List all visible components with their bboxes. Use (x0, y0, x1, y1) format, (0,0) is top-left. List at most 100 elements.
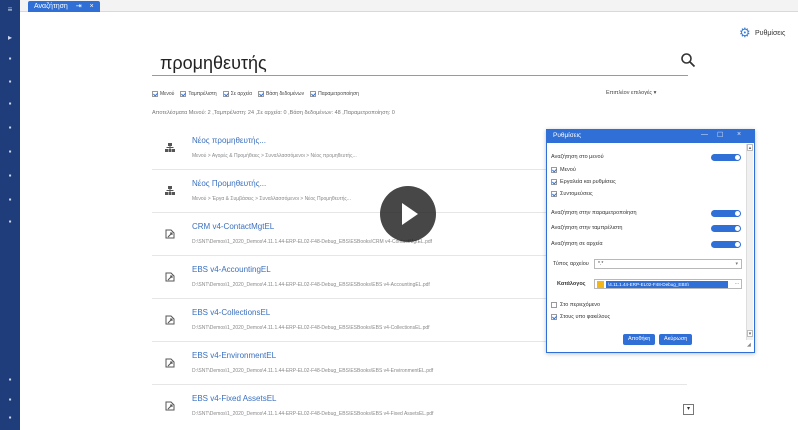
result-item[interactable]: EBS v4-Fixed AssetsEL D:\SNT\Demos\1_202… (152, 387, 687, 430)
rail-icon[interactable]: ▪ (5, 124, 15, 132)
result-title[interactable]: EBS v4-EnvironmentEL (192, 351, 276, 360)
result-path: Μενού > Έργα & Συμβάσεις > Συναλλασσόμεν… (192, 196, 351, 202)
filter-label: Βάση δεδομένων (266, 91, 305, 97)
more-options-dropdown[interactable]: Επιπλέον επιλογές ▾ (606, 90, 656, 96)
close-icon[interactable]: × (737, 131, 741, 138)
rail-icon[interactable]: ▪ (5, 100, 15, 108)
close-icon[interactable]: × (90, 3, 94, 10)
rail-icon[interactable]: ▸ (5, 34, 15, 42)
result-path: D:\SNT\Demos\1_2020_Demos\4.11.1.44-ERP-… (192, 239, 433, 245)
result-title[interactable]: EBS v4-Fixed AssetsEL (192, 394, 276, 403)
search-tabs-toggle[interactable] (711, 225, 741, 232)
result-title[interactable]: Νέος προμηθευτής... (192, 136, 266, 145)
opt-subfolders[interactable]: Στους υπο φακέλους (551, 314, 610, 320)
checkbox[interactable] (551, 191, 557, 197)
menu-subitem[interactable]: Μενού (551, 167, 576, 173)
search-files-label: Αναζήτηση σε αρχεία (551, 241, 603, 247)
pin-icon[interactable]: ⇥ (76, 3, 82, 10)
gear-icon: ⚙ (739, 25, 751, 40)
result-path: D:\SNT\Demos\1_2020_Demos\4.11.1.44-ERP-… (192, 325, 430, 331)
file-type-value: *.* (598, 261, 604, 267)
minimize-icon[interactable]: — (701, 131, 708, 138)
search-icon[interactable] (680, 52, 696, 68)
filter-label: Παραμετροποίηση (318, 91, 359, 97)
scroll-up-arrow[interactable]: ▴ (747, 144, 753, 151)
file-type-label: Τύπος αρχείου (553, 261, 589, 267)
search-menu-label: Αναζήτηση στο μενού (551, 154, 604, 160)
file-link-icon (165, 401, 175, 411)
result-title[interactable]: EBS v4-AccountingEL (192, 265, 271, 274)
filter-tabs[interactable]: Ταμπρέλιστη (180, 91, 217, 97)
rail-icon[interactable]: ▪ (5, 196, 15, 204)
result-path: D:\SNT\Demos\1_2020_Demos\4.11.1.44-ERP-… (192, 368, 434, 374)
scroll-down-button[interactable]: ▾ (683, 404, 694, 415)
checkbox-label: Μενού (560, 167, 576, 173)
dialog-title: Ρυθμίσεις (553, 132, 582, 139)
search-menu-toggle[interactable] (711, 154, 741, 161)
checkbox[interactable] (222, 91, 229, 97)
org-chart-icon (165, 186, 175, 195)
rail-icon[interactable]: ▪ (5, 78, 15, 86)
search-files-toggle[interactable] (711, 241, 741, 248)
result-title[interactable]: CRM v4-ContactMgtEL (192, 222, 274, 231)
search-params-toggle[interactable] (711, 210, 741, 217)
rail-icon[interactable]: ▪ (5, 55, 15, 63)
checkbox[interactable] (551, 314, 557, 320)
video-play-button[interactable] (380, 186, 436, 242)
checkbox[interactable] (310, 91, 317, 97)
filter-database[interactable]: Βάση δεδομένων (258, 91, 304, 97)
folder-value: \4.11.1.44-ERP-EL02-F48-Debug_EBS\ (606, 281, 728, 288)
folder-icon (597, 281, 604, 288)
filter-files[interactable]: Σε αρχεία (222, 91, 252, 97)
rail-icon[interactable]: ▪ (5, 376, 15, 384)
cancel-button[interactable]: Ακύρωση (659, 334, 693, 345)
result-title[interactable]: EBS v4-CollectionsEL (192, 308, 270, 317)
save-button[interactable]: Αποθήκη (623, 334, 656, 345)
rail-icon[interactable]: ▪ (5, 148, 15, 156)
menu-subitem[interactable]: Συντομεύσεις (551, 191, 593, 197)
rail-icon[interactable]: ▪ (5, 218, 15, 226)
opt-content[interactable]: Στο περιεχόμενο (551, 302, 600, 308)
checkbox[interactable] (551, 302, 557, 308)
resize-grip[interactable]: ◢ (747, 342, 753, 352)
file-link-icon (165, 315, 175, 325)
filter-parameters[interactable]: Παραμετροποίηση (310, 91, 359, 97)
rail-icon[interactable]: ▪ (5, 172, 15, 180)
org-chart-icon (165, 143, 175, 152)
checkbox-label: Στους υπο φακέλους (560, 314, 611, 320)
rail-icon[interactable]: ▪ (5, 396, 15, 404)
menu-icon[interactable]: ≡ (5, 6, 15, 14)
checkbox-label: Εργαλεία και ρυθμίσεις (560, 179, 616, 185)
checkbox[interactable] (180, 91, 187, 97)
app-window: ≡ ▸ ▪ ▪ ▪ ▪ ▪ ▪ ▪ ▪ ▪ ▪ ▪ Αναζήτηση ⇥ × … (0, 0, 798, 430)
checkbox[interactable] (152, 91, 158, 97)
tab-label: Αναζήτηση (34, 3, 68, 10)
checkbox-label: Συντομεύσεις (560, 191, 593, 197)
settings-link[interactable]: ⚙ Ρυθμίσεις (739, 26, 785, 40)
checkbox-label: Στο περιεχόμενο (560, 302, 601, 308)
dialog-header: Ρυθμίσεις — ☐ × (547, 130, 754, 143)
filter-label: Ταμπρέλιστη (188, 91, 217, 97)
result-path: D:\SNT\Demos\1_2020_Demos\4.11.1.44-ERP-… (192, 282, 430, 288)
file-type-select[interactable]: *.* ▾ (594, 259, 742, 269)
checkbox[interactable] (551, 179, 557, 185)
filter-menu[interactable]: Μενού (152, 91, 174, 97)
results-count: Αποτελέσματα Μενού: 2 ,Ταμπρέλιστη: 24 ,… (152, 110, 395, 116)
tab-search[interactable]: Αναζήτηση ⇥ × (28, 1, 100, 12)
result-path: D:\SNT\Demos\1_2020_Demos\4.11.1.44-ERP-… (192, 411, 434, 417)
search-input[interactable]: προμηθευτής (152, 50, 688, 76)
rail-icon[interactable]: ▪ (5, 414, 15, 422)
browse-button[interactable]: ... (735, 280, 739, 286)
folder-input[interactable]: \4.11.1.44-ERP-EL02-F48-Debug_EBS\ ... (594, 279, 742, 289)
search-value: προμηθευτής (160, 53, 267, 73)
menu-subitem[interactable]: Εργαλεία και ρυθμίσεις (551, 179, 616, 185)
file-link-icon (165, 229, 175, 239)
dialog-scrollbar[interactable]: ▴ ▾ (746, 144, 753, 340)
result-title[interactable]: Νέος Προμηθευτής... (192, 179, 266, 188)
checkbox[interactable] (551, 167, 557, 173)
scroll-down-arrow[interactable]: ▾ (747, 330, 753, 337)
filter-label: Μενού (160, 91, 175, 97)
search-tabs-label: Αναζήτηση στην ταμπρέλιστη (551, 225, 623, 231)
maximize-icon[interactable]: ☐ (717, 131, 723, 139)
checkbox[interactable] (258, 91, 264, 97)
